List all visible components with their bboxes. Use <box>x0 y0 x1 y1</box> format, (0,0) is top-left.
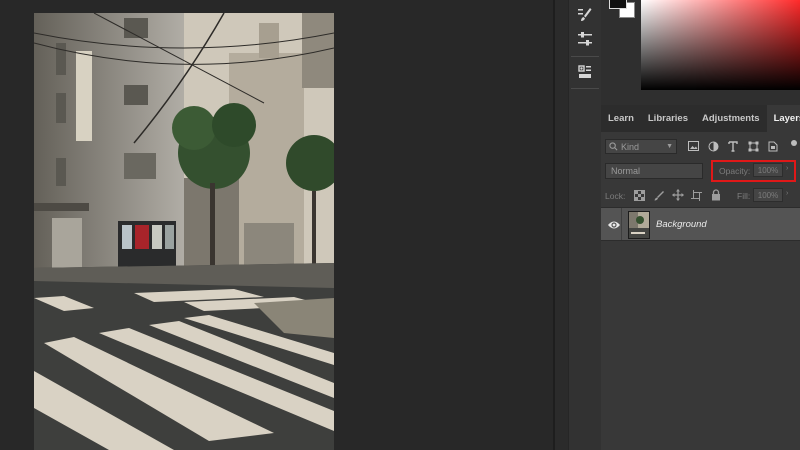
filter-shape-icon[interactable] <box>747 139 759 153</box>
right-panel: Learn Libraries Adjustments Layers Kind … <box>601 0 800 450</box>
tab-libraries[interactable]: Libraries <box>641 105 695 132</box>
layer-name[interactable]: Background <box>656 219 707 230</box>
lock-icons <box>633 188 722 202</box>
filter-kind-label: Kind <box>621 141 640 152</box>
layer-filter-kind-select[interactable]: Kind ▼ <box>605 139 677 154</box>
filter-type-icon[interactable] <box>727 139 739 153</box>
blend-mode-value: Normal <box>611 166 641 176</box>
adjustments-sliders-icon[interactable] <box>573 28 597 50</box>
panel-gutter <box>555 0 568 450</box>
divider <box>621 208 622 240</box>
lock-all-icon[interactable] <box>709 188 722 202</box>
street-photo-image <box>34 13 334 450</box>
foreground-color-swatch[interactable] <box>609 0 627 9</box>
fill-dropdown-arrow[interactable]: › <box>786 190 788 197</box>
layer-thumbnail[interactable] <box>628 211 650 239</box>
layer-row-background[interactable]: Background <box>601 208 800 241</box>
opacity-label: Opacity: <box>719 166 751 176</box>
opacity-input[interactable]: 100% <box>753 163 783 177</box>
filter-adjustment-icon[interactable] <box>707 139 719 153</box>
color-picker-panel <box>601 0 800 105</box>
search-icon <box>609 142 618 151</box>
color-field[interactable] <box>641 0 800 90</box>
opacity-dropdown-arrow[interactable]: › <box>786 165 788 172</box>
panel-tabs: Learn Libraries Adjustments Layers <box>601 105 800 132</box>
lock-transparent-pixels-icon[interactable] <box>633 188 646 202</box>
brush-settings-icon[interactable] <box>573 4 597 26</box>
visibility-eye-icon[interactable] <box>607 218 621 230</box>
lock-position-icon[interactable] <box>671 188 684 202</box>
tab-adjustments[interactable]: Adjustments <box>695 105 767 132</box>
lock-label: Lock: <box>605 191 626 201</box>
chevron-down-icon: ▼ <box>666 143 673 150</box>
lock-image-pixels-icon[interactable] <box>652 188 665 202</box>
tab-learn[interactable]: Learn <box>601 105 641 132</box>
lock-artboard-icon[interactable] <box>690 188 703 202</box>
blend-mode-select[interactable]: Normal <box>605 163 703 179</box>
collapsed-panel-strip <box>568 0 602 450</box>
fill-input[interactable]: 100% <box>753 188 783 202</box>
properties-icon[interactable] <box>573 61 597 83</box>
tab-layers[interactable]: Layers <box>766 105 800 132</box>
layer-filter-icons <box>687 139 779 153</box>
filter-smart-object-icon[interactable] <box>767 139 779 153</box>
filter-toggle[interactable] <box>791 140 797 146</box>
filter-pixel-icon[interactable] <box>687 139 699 153</box>
fill-label: Fill: <box>737 191 751 201</box>
street-photo <box>34 13 334 450</box>
document-canvas[interactable] <box>0 0 553 450</box>
layers-panel: Kind ▼ Normal Opacity: 100% › Lock: Fill… <box>601 132 800 450</box>
